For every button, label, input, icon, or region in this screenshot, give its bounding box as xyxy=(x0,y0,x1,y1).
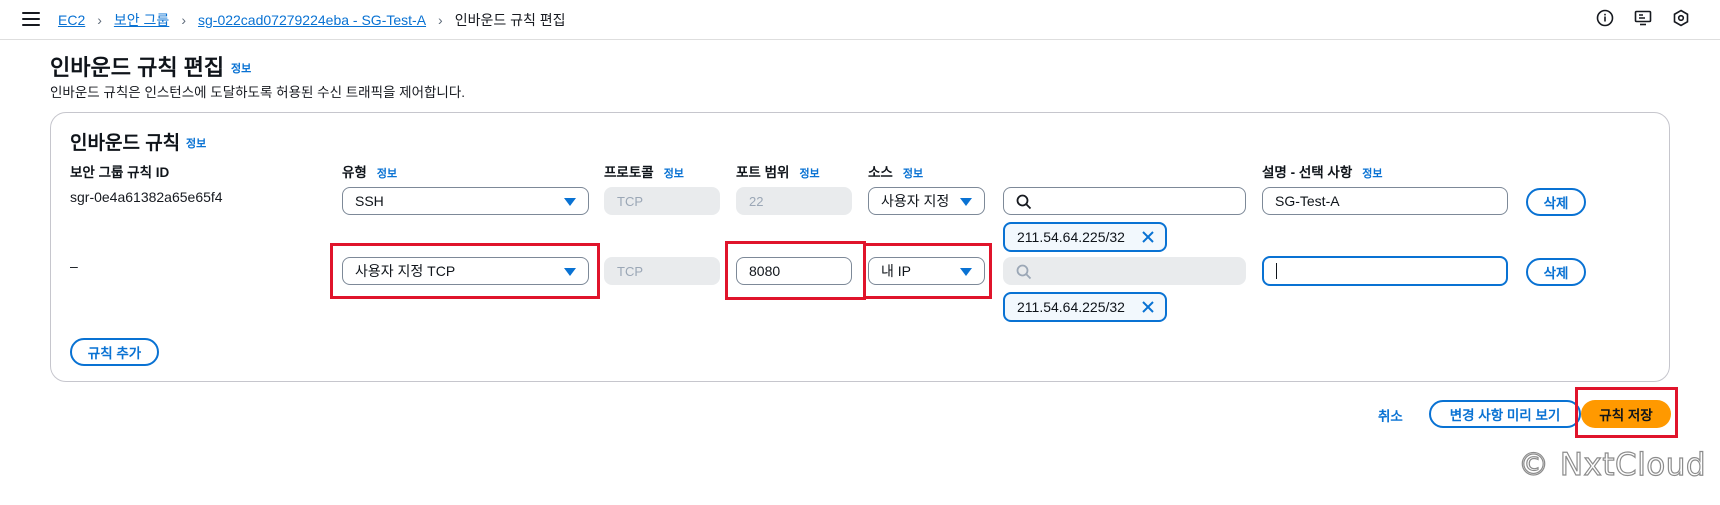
search-icon xyxy=(1016,194,1032,210)
delete-button[interactable]: 삭제 xyxy=(1526,258,1586,286)
breadcrumb-security-group[interactable]: sg-022cad07279224eba - SG-Test-A xyxy=(198,12,426,28)
caret-down-icon xyxy=(564,198,576,206)
source-token: 211.54.64.225/32 xyxy=(1003,222,1167,252)
description-info-link[interactable]: 정보 xyxy=(1362,168,1382,180)
breadcrumb-ec2[interactable]: EC2 xyxy=(58,12,85,28)
type-select[interactable]: 사용자 지정 TCP xyxy=(342,257,589,285)
settings-hex-icon[interactable] xyxy=(1672,9,1690,27)
preview-changes-button[interactable]: 변경 사항 미리 보기 xyxy=(1429,400,1581,428)
column-header-type: 유형 정보 xyxy=(342,165,398,180)
menu-icon[interactable] xyxy=(22,12,40,26)
type-info-link[interactable]: 정보 xyxy=(377,168,397,180)
close-icon[interactable] xyxy=(1141,230,1155,244)
save-rules-button[interactable]: 규칙 저장 xyxy=(1581,400,1671,428)
caret-down-icon xyxy=(960,268,972,276)
inbound-rules-container xyxy=(50,112,1670,382)
port-range-input[interactable]: 8080 xyxy=(736,257,852,285)
source-info-link[interactable]: 정보 xyxy=(903,168,923,180)
breadcrumb: EC2 › 보안 그룹 › sg-022cad07279224eba - SG-… xyxy=(58,10,566,30)
text-cursor xyxy=(1276,263,1277,279)
source-select[interactable]: 사용자 지정 xyxy=(868,187,985,215)
caret-down-icon xyxy=(960,198,972,206)
close-icon[interactable] xyxy=(1141,300,1155,314)
column-header-protocol: 프로토콜 정보 xyxy=(604,165,684,180)
page-title: 인바운드 규칙 편집 xyxy=(50,55,225,80)
port-info-link[interactable]: 정보 xyxy=(799,168,819,180)
protocol-field: TCP xyxy=(604,257,720,285)
source-token: 211.54.64.225/32 xyxy=(1003,292,1167,322)
source-select[interactable]: 내 IP xyxy=(868,257,985,285)
cancel-button[interactable]: 취소 xyxy=(1378,405,1403,425)
top-navigation-bar: EC2 › 보안 그룹 › sg-022cad07279224eba - SG-… xyxy=(0,0,1720,40)
chevron-right-icon: › xyxy=(438,12,443,28)
chevron-right-icon: › xyxy=(97,12,102,28)
page-description: 인바운드 규칙은 인스턴스에 도달하도록 허용된 수신 트래픽을 제어합니다. xyxy=(50,85,466,100)
port-range-input: 22 xyxy=(736,187,852,215)
protocol-info-link[interactable]: 정보 xyxy=(664,168,684,180)
column-header-source: 소스 정보 xyxy=(868,165,924,180)
protocol-field: TCP xyxy=(604,187,720,215)
page-info-link[interactable]: 정보 xyxy=(231,60,251,76)
breadcrumb-security-groups[interactable]: 보안 그룹 xyxy=(114,10,169,30)
delete-button[interactable]: 삭제 xyxy=(1526,188,1586,216)
add-rule-button[interactable]: 규칙 추가 xyxy=(70,338,159,366)
chevron-right-icon: › xyxy=(181,12,186,28)
column-header-rule-id: 보안 그룹 규칙 ID xyxy=(70,165,170,180)
info-circle-icon[interactable] xyxy=(1596,9,1614,27)
monitor-icon[interactable] xyxy=(1634,9,1652,27)
rule-id: sgr-0e4a61382a65e65f4 xyxy=(70,189,223,205)
watermark: © NxtCloud xyxy=(1517,446,1707,483)
description-input[interactable]: SG-Test-A xyxy=(1262,187,1508,215)
source-search-input[interactable] xyxy=(1003,187,1246,215)
source-search-input xyxy=(1003,257,1246,285)
section-info-link[interactable]: 정보 xyxy=(186,135,206,151)
description-input[interactable] xyxy=(1262,256,1508,286)
section-title: 인바운드 규칙 xyxy=(70,133,181,154)
type-select[interactable]: SSH xyxy=(342,187,589,215)
rule-id: – xyxy=(70,258,78,274)
caret-down-icon xyxy=(564,268,576,276)
search-icon xyxy=(1016,264,1032,280)
column-header-port-range: 포트 범위 정보 xyxy=(736,165,820,180)
breadcrumb-current: 인바운드 규칙 편집 xyxy=(454,12,566,28)
column-header-description: 설명 - 선택 사항 정보 xyxy=(1262,165,1383,180)
